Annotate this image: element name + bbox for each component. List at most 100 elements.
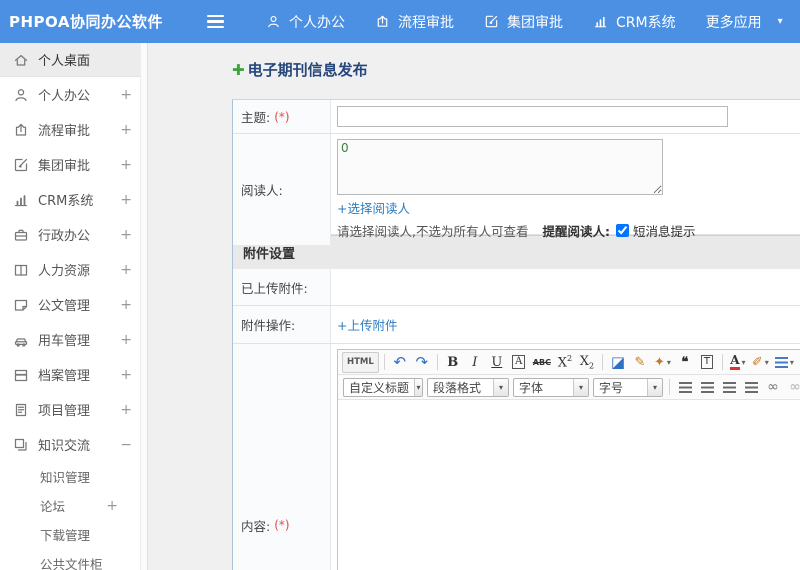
remove-format-eraser-button[interactable]: ◪ — [608, 352, 628, 373]
align-right-button[interactable] — [719, 377, 739, 398]
sidebar-item[interactable]: 项目管理 + — [0, 392, 147, 427]
sidebar-item[interactable]: 行政办公 + — [0, 217, 147, 252]
book-icon — [13, 262, 29, 278]
toolbar-separator — [601, 354, 603, 370]
highlight-color-button[interactable]: ✐ ▾ — [750, 352, 771, 373]
strikethrough-button[interactable]: ABC — [531, 352, 553, 373]
underline-button[interactable]: U — [487, 352, 507, 373]
required-mark: (*) — [274, 518, 290, 532]
style-select-label: 自定义标题 — [349, 380, 410, 395]
expand-plus-icon[interactable]: + — [120, 157, 132, 173]
toolbar-separator — [383, 354, 385, 370]
ordered-list-icon — [774, 356, 788, 368]
unlink-button[interactable]: ∞ — [785, 377, 800, 398]
select-readers-link[interactable]: +选择阅读人 — [337, 201, 410, 216]
sidebar-item-label: 流程审批 — [38, 124, 91, 139]
expand-plus-icon[interactable]: + — [106, 498, 118, 514]
nav-item-4[interactable]: CRM系统 — [578, 0, 691, 43]
sidebar-subitem[interactable]: 下载管理 — [0, 520, 147, 549]
font-box-button[interactable]: A — [509, 352, 529, 373]
sidebar: 个人桌面 个人办公 + 流程审批 + 集团审批 + CRM系统 + 行政办公 + 人力资源 + 公文管理 +… — [0, 43, 148, 570]
italic-button[interactable]: I — [465, 352, 485, 373]
style-select[interactable]: 自定义标题 ▾ — [343, 377, 423, 397]
align-left-button[interactable] — [675, 377, 695, 398]
bold-button[interactable]: B — [443, 352, 463, 373]
strikethrough-icon: ABC — [532, 357, 551, 367]
redo-button[interactable]: ↷ — [412, 352, 432, 373]
justify-icon — [744, 381, 758, 393]
sidebar-item-label: 知识交流 — [38, 439, 91, 454]
expand-plus-icon[interactable]: + — [120, 367, 132, 383]
toolbar-separator — [721, 354, 723, 370]
chat-icon — [13, 437, 29, 453]
upload-attachment-link[interactable]: +上传附件 — [337, 315, 397, 334]
sidebar-item[interactable]: 个人桌面 — [0, 43, 147, 77]
cycle-icon — [375, 14, 390, 29]
caret-down-icon: ▾ — [741, 357, 746, 367]
align-center-button[interactable] — [697, 377, 717, 398]
uploaded-attachments-label: 已上传附件: — [233, 269, 331, 305]
sidebar-subitem[interactable]: 知识管理 — [0, 462, 147, 491]
sidebar-item[interactable]: 流程审批 + — [0, 112, 147, 147]
format-select[interactable]: 段落格式 ▾ — [427, 377, 509, 397]
sidebar-item[interactable]: 公文管理 + — [0, 287, 147, 322]
expand-plus-icon[interactable]: + — [120, 297, 132, 313]
sidebar-item-label: 人力资源 — [38, 264, 91, 279]
sidebar-item-label: 个人办公 — [38, 89, 91, 104]
html-source-button[interactable]: HTML — [342, 351, 379, 373]
sidebar-item[interactable]: CRM系统 + — [0, 182, 147, 217]
auto-typeset-wand-icon: ✦ — [653, 354, 665, 370]
font-color-button[interactable]: A ▾ — [728, 352, 748, 373]
readers-textarea[interactable]: 0 — [337, 139, 663, 195]
expand-plus-icon[interactable]: + — [120, 192, 132, 208]
sidebar-item[interactable]: 人力资源 + — [0, 252, 147, 287]
sidebar-item[interactable]: 档案管理 + — [0, 357, 147, 392]
sidebar-subitem[interactable]: 公共文件柜 — [0, 549, 147, 570]
briefcase-icon — [13, 227, 29, 243]
justify-button[interactable] — [741, 377, 761, 398]
sidebar-scrollbar[interactable] — [140, 43, 147, 570]
home-icon — [13, 52, 29, 68]
sidebar-item-label: 档案管理 — [38, 369, 91, 384]
expand-plus-icon[interactable]: + — [120, 227, 132, 243]
expand-plus-icon[interactable]: + — [120, 332, 132, 348]
nav-item-label: 流程审批 — [398, 14, 454, 31]
size-select[interactable]: 字号 ▾ — [593, 377, 663, 397]
sidebar-item[interactable]: 个人办公 + — [0, 77, 147, 112]
sidebar-item[interactable]: 集团审批 + — [0, 147, 147, 182]
subject-row: 主题: (*) — [233, 100, 800, 134]
sidebar-item-label: CRM系统 — [38, 194, 94, 209]
subject-input[interactable] — [337, 106, 728, 127]
superscript-button[interactable]: X2 — [555, 352, 575, 373]
auto-typeset-wand-button[interactable]: ✦ ▾ — [652, 352, 673, 373]
nav-item-5[interactable]: 更多应用 ▾ — [691, 0, 798, 43]
sidebar-item-label: 公文管理 — [38, 299, 91, 314]
expand-plus-icon[interactable]: + — [120, 87, 132, 103]
sms-remind-checkbox[interactable] — [615, 224, 629, 237]
car-icon — [13, 332, 29, 348]
format-brush-button[interactable]: ✎ — [630, 352, 650, 373]
required-mark: (*) — [274, 109, 290, 124]
undo-button[interactable]: ↶ — [390, 352, 410, 373]
editor-content-area[interactable] — [338, 400, 800, 570]
nav-item-2[interactable]: 流程审批 — [360, 0, 469, 43]
expand-plus-icon[interactable]: + — [120, 402, 132, 418]
subscript-button[interactable]: X2 — [577, 352, 597, 373]
doc-icon — [13, 297, 29, 313]
nav-item-1[interactable]: 个人办公 — [251, 0, 360, 43]
caret-down-icon: ▾ — [493, 378, 508, 396]
sidebar-subitem[interactable]: 论坛 + — [0, 491, 147, 520]
font-select[interactable]: 字体 ▾ — [513, 377, 589, 397]
blockquote-button[interactable]: ❝ — [675, 352, 695, 373]
nav-item-3[interactable]: 集团审批 — [469, 0, 578, 43]
cycle-icon — [13, 122, 29, 138]
link-button[interactable]: ∞ — [763, 377, 783, 398]
sidebar-item[interactable]: 用车管理 + — [0, 322, 147, 357]
ordered-list-button[interactable]: ▾ — [773, 352, 796, 373]
paste-date-button[interactable]: T — [697, 352, 717, 373]
expand-plus-icon[interactable]: + — [120, 262, 132, 278]
menu-icon[interactable] — [207, 0, 229, 43]
collapse-minus-icon[interactable]: − — [120, 437, 132, 453]
sidebar-item[interactable]: 知识交流 − — [0, 427, 147, 462]
expand-plus-icon[interactable]: + — [120, 122, 132, 138]
